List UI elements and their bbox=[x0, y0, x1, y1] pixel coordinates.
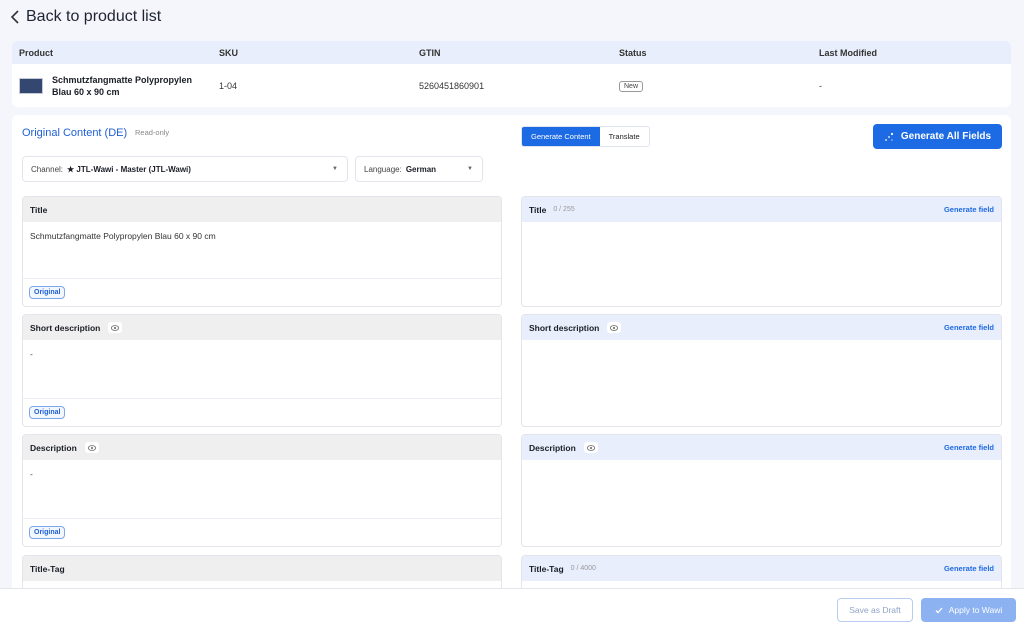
eye-icon[interactable] bbox=[583, 442, 598, 453]
footer-action-bar: Save as Draft Apply to Wawi bbox=[0, 588, 1024, 628]
product-last-modified: - bbox=[819, 80, 822, 91]
header-sku: SKU bbox=[219, 47, 239, 58]
generated-short-description-field[interactable]: Short description Generate field bbox=[521, 314, 1002, 427]
field-label: Description bbox=[529, 442, 576, 453]
generate-field-button[interactable]: Generate field bbox=[944, 443, 994, 452]
table-header: Product SKU GTIN Status Last Modified bbox=[12, 41, 1011, 64]
field-label: Description bbox=[30, 442, 77, 453]
generate-field-button[interactable]: Generate field bbox=[944, 564, 994, 573]
original-description-field: Description - Original bbox=[22, 434, 502, 547]
original-title-field: Title Schmutzfangmatte Polypropylen Blau… bbox=[22, 196, 502, 307]
field-value: - bbox=[30, 469, 33, 479]
product-summary-table: Product SKU GTIN Status Last Modified Sc… bbox=[12, 41, 1011, 107]
product-gtin: 5260451860901 bbox=[419, 80, 485, 91]
original-badge: Original bbox=[29, 406, 66, 419]
field-label: Title-Tag bbox=[30, 563, 65, 574]
char-count: 0 / 255 bbox=[553, 206, 575, 213]
header-status: Status bbox=[619, 47, 647, 58]
header-gtin: GTIN bbox=[419, 47, 441, 58]
field-label: Title bbox=[30, 204, 48, 215]
generate-all-fields-button[interactable]: Generate All Fields bbox=[873, 124, 1002, 149]
save-as-draft-button[interactable]: Save as Draft bbox=[837, 598, 913, 622]
status-badge: New bbox=[619, 80, 644, 92]
apply-to-wawi-button[interactable]: Apply to Wawi bbox=[921, 598, 1016, 622]
caret-down-icon: ▼ bbox=[467, 166, 473, 172]
eye-icon[interactable] bbox=[108, 322, 123, 333]
field-label: Short description bbox=[529, 322, 600, 333]
mode-tabs: Generate Content Translate bbox=[521, 126, 650, 147]
generate-field-button[interactable]: Generate field bbox=[944, 205, 994, 214]
eye-icon[interactable] bbox=[607, 322, 622, 333]
original-badge: Original bbox=[29, 286, 66, 299]
char-count: 0 / 4000 bbox=[570, 565, 596, 572]
channel-select[interactable]: Channel: ★ JTL-Wawi - Master (JTL-Wawi) … bbox=[22, 156, 348, 182]
caret-down-icon: ▼ bbox=[332, 166, 338, 172]
original-badge: Original bbox=[29, 526, 66, 539]
field-value: Schmutzfangmatte Polypropylen Blau 60 x … bbox=[30, 231, 216, 241]
sparkle-icon bbox=[884, 132, 893, 141]
language-label: Language: bbox=[364, 164, 402, 174]
eye-icon[interactable] bbox=[84, 442, 99, 453]
header-last-modified: Last Modified bbox=[819, 47, 877, 58]
apply-to-wawi-label: Apply to Wawi bbox=[948, 605, 1003, 615]
generate-all-fields-label: Generate All Fields bbox=[900, 131, 992, 142]
generated-title-field[interactable]: Title 0 / 255 Generate field bbox=[521, 196, 1002, 307]
tab-generate-content[interactable]: Generate Content bbox=[522, 127, 600, 146]
product-name: Schmutzfangmatte Polypropylen Blau 60 x … bbox=[52, 74, 192, 98]
field-label: Title bbox=[529, 204, 547, 215]
content-editor-card: Original Content (DE) Read-only Generate… bbox=[12, 115, 1011, 595]
generate-field-button[interactable]: Generate field bbox=[944, 323, 994, 332]
field-label: Title-Tag bbox=[529, 563, 564, 574]
check-icon bbox=[935, 607, 943, 613]
product-thumbnail bbox=[19, 77, 43, 94]
product-name-line1: Schmutzfangmatte Polypropylen bbox=[52, 74, 193, 85]
back-link-label: Back to product list bbox=[26, 8, 162, 25]
read-only-label: Read-only bbox=[135, 128, 170, 137]
back-to-product-list-link[interactable]: Back to product list bbox=[10, 8, 161, 26]
header-product: Product bbox=[19, 47, 54, 58]
product-sku: 1-04 bbox=[219, 80, 238, 91]
table-row: Schmutzfangmatte Polypropylen Blau 60 x … bbox=[12, 64, 1011, 107]
original-short-description-field: Short description - Original bbox=[22, 314, 502, 427]
field-value: - bbox=[30, 349, 33, 359]
channel-value: ★ JTL-Wawi - Master (JTL-Wawi) bbox=[67, 164, 191, 174]
channel-label: Channel: bbox=[31, 164, 64, 174]
field-label: Short description bbox=[30, 322, 101, 333]
original-content-title: Original Content (DE) bbox=[22, 127, 128, 139]
language-value: German bbox=[405, 164, 437, 174]
product-name-line2: Blau 60 x 90 cm bbox=[52, 86, 120, 97]
tab-translate[interactable]: Translate bbox=[599, 127, 649, 146]
generated-description-field[interactable]: Description Generate field bbox=[521, 434, 1002, 547]
language-select[interactable]: Language: German ▼ bbox=[355, 156, 483, 182]
chevron-left-icon bbox=[10, 10, 19, 24]
